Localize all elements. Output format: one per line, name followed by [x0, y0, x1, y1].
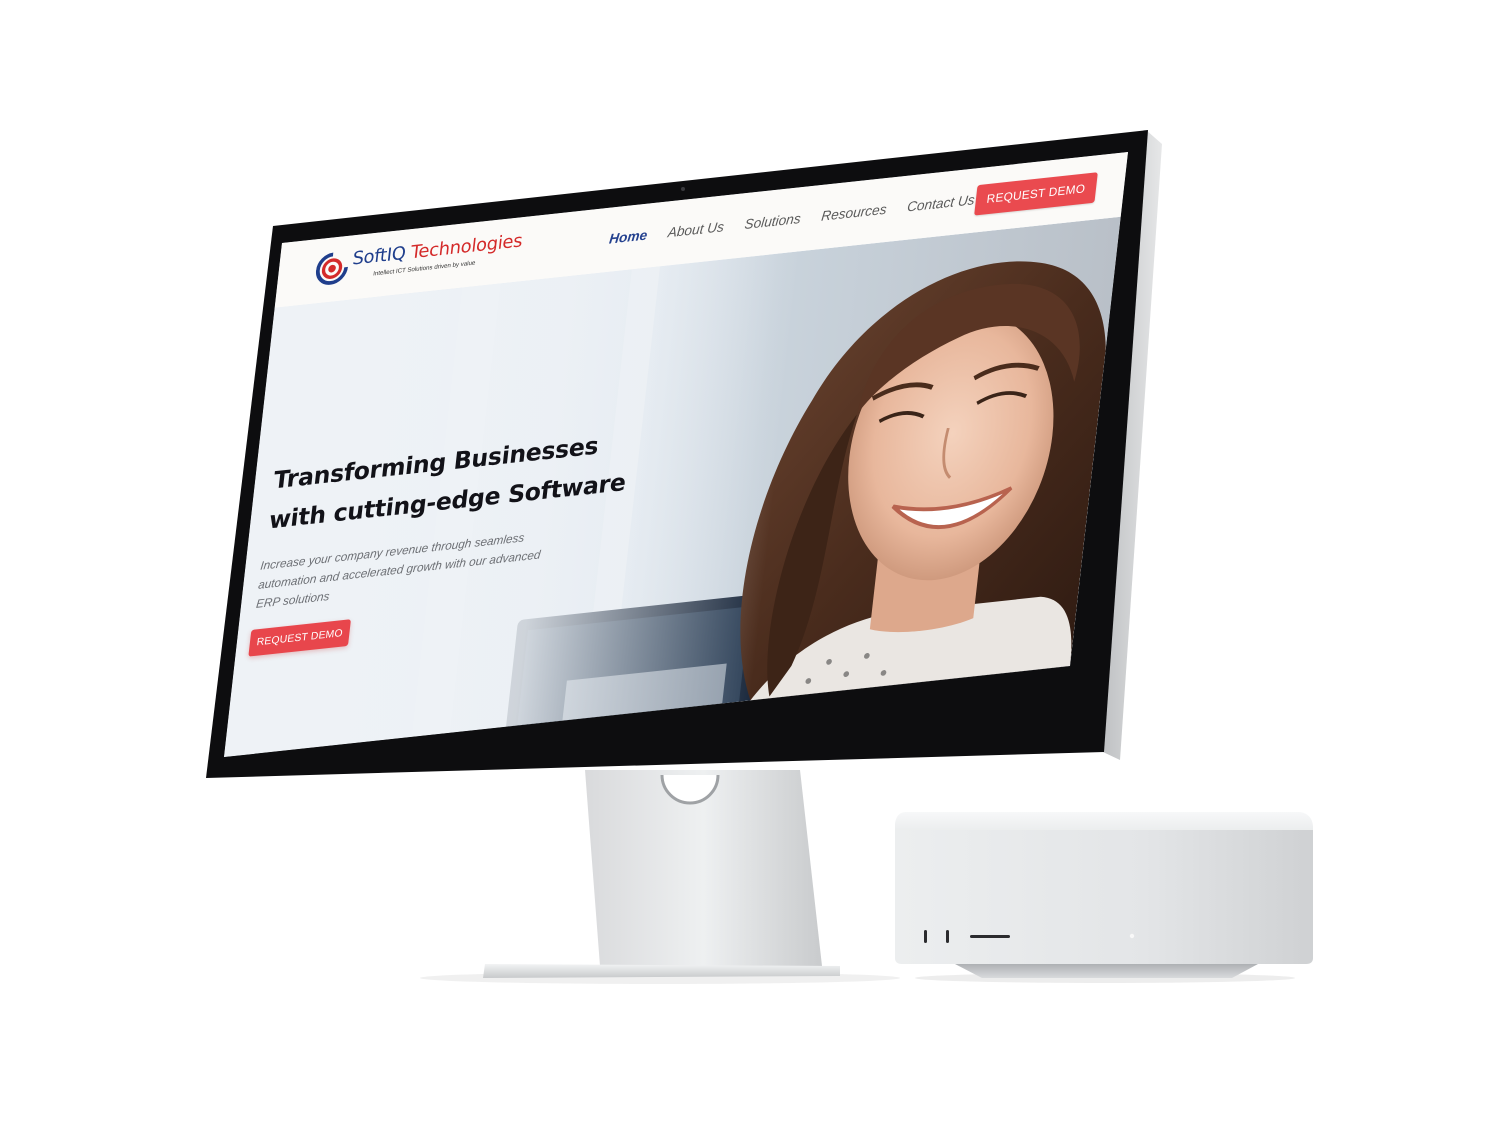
- usb-c-port-icon: [946, 930, 949, 943]
- mac-studio-computer: [895, 812, 1313, 983]
- power-led-icon: [1129, 933, 1135, 939]
- usb-c-port-icon: [924, 930, 927, 943]
- device-mockup-scene: SoftIQ Technologies Intellect ICT Soluti…: [0, 0, 1501, 1126]
- sd-card-slot-icon: [970, 935, 1010, 938]
